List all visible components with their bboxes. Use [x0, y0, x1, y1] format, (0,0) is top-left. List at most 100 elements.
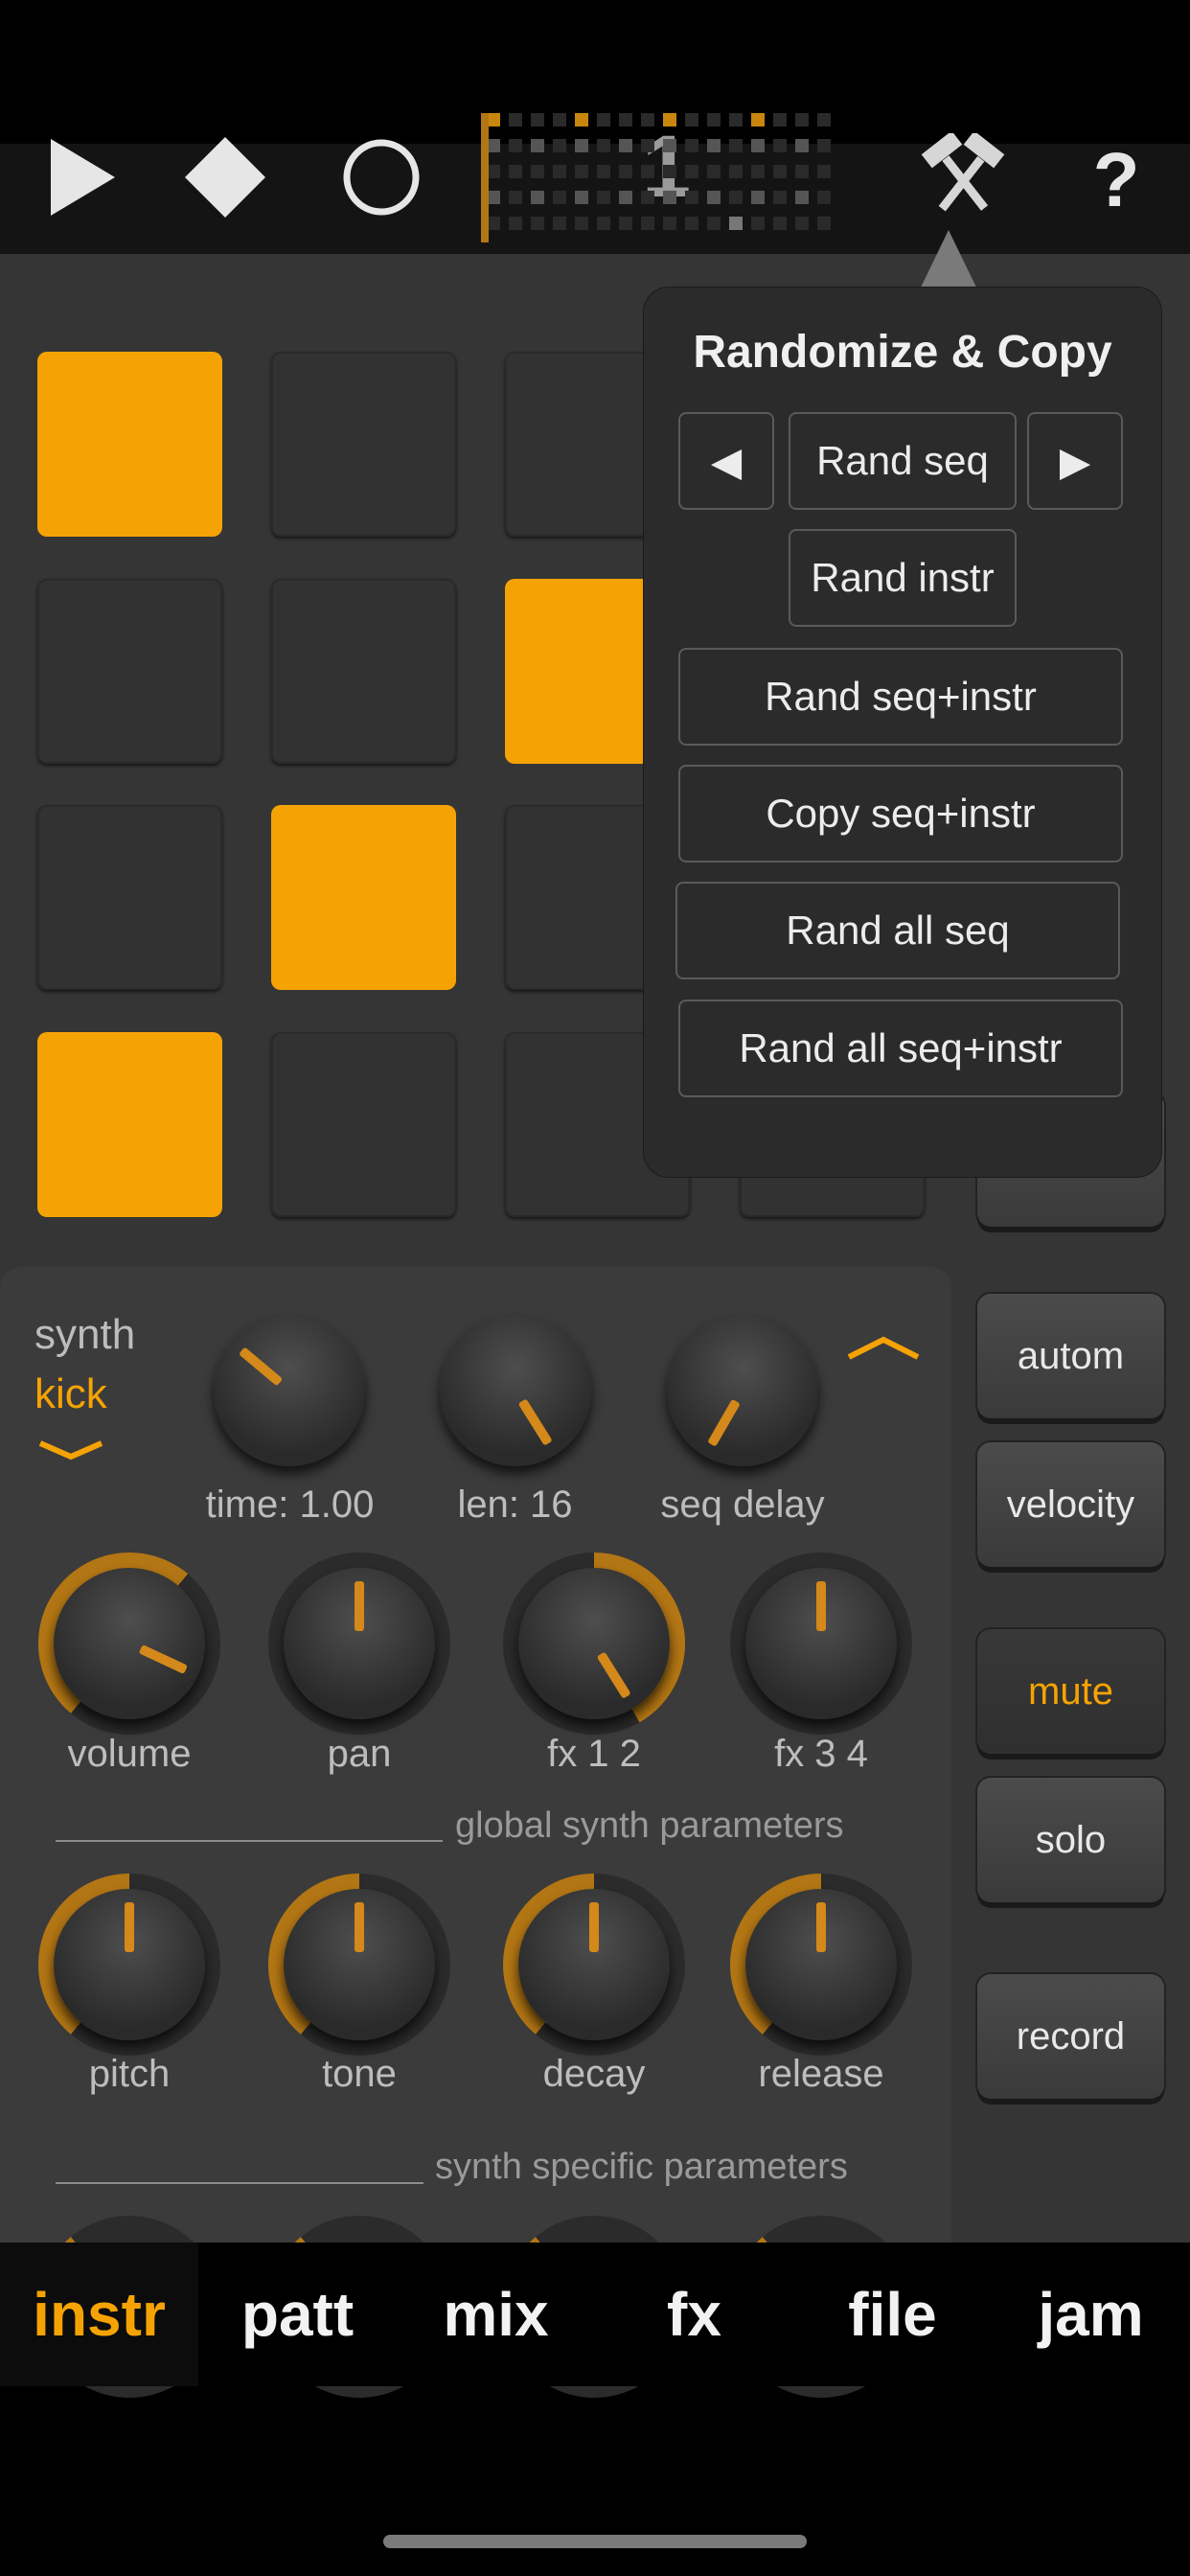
next-seq-button[interactable]: ▶ — [1027, 412, 1123, 510]
pattern-cell — [531, 165, 544, 178]
pattern-cell — [751, 139, 765, 152]
release-label: release — [758, 2053, 884, 2095]
record-circle-icon — [343, 139, 420, 216]
specific-section-divider — [56, 2182, 423, 2184]
pattern-cell — [641, 165, 654, 178]
pattern-cell — [575, 113, 588, 126]
pattern-cell — [663, 113, 676, 126]
seq-delay-knob[interactable] — [667, 1315, 818, 1466]
pitch-label: pitch — [88, 2053, 171, 2095]
pattern-cell — [619, 217, 632, 230]
time-label: time: 1.00 — [205, 1484, 375, 1526]
instrument-name[interactable]: kick — [34, 1370, 107, 1418]
pattern-cell — [641, 139, 654, 152]
rand-all-seq-button[interactable]: Rand all seq — [675, 882, 1120, 979]
fx12-knob[interactable] — [518, 1568, 670, 1719]
len-label: len: 16 — [457, 1484, 573, 1526]
pattern-cell — [487, 113, 500, 126]
pattern-cell — [619, 165, 632, 178]
pattern-cell — [641, 191, 654, 204]
solo-button[interactable]: solo — [977, 1778, 1164, 1902]
chevron-up-icon[interactable] — [845, 1334, 922, 1363]
autom-button[interactable]: autom — [977, 1294, 1164, 1418]
pattern-cell — [553, 139, 566, 152]
pad-4-1[interactable] — [37, 1032, 222, 1217]
hammer-tools-icon — [921, 133, 1005, 212]
pattern-cell — [729, 139, 743, 152]
chevron-down-icon[interactable] — [36, 1438, 105, 1462]
help-button[interactable]: ? — [1073, 134, 1159, 225]
global-section-label: global synth parameters — [455, 1806, 844, 1846]
pattern-cell — [553, 165, 566, 178]
help-icon: ? — [1092, 136, 1140, 222]
tools-button[interactable] — [915, 129, 1011, 225]
rand-instr-button[interactable]: Rand instr — [789, 529, 1017, 627]
pad-1-1[interactable] — [37, 352, 222, 537]
pattern-cell — [751, 217, 765, 230]
pattern-cell — [487, 217, 500, 230]
rand-seq-instr-button[interactable]: Rand seq+instr — [678, 648, 1123, 746]
mute-button[interactable]: mute — [977, 1629, 1164, 1754]
pattern-cell — [575, 191, 588, 204]
pad-3-2[interactable] — [271, 805, 456, 990]
bottom-tab-bar: instr patt mix fx file jam — [0, 2242, 1190, 2386]
pattern-cell — [685, 191, 698, 204]
rand-seq-button[interactable]: Rand seq — [789, 412, 1017, 510]
tab-jam[interactable]: jam — [992, 2242, 1190, 2386]
pattern-cell — [707, 191, 721, 204]
tab-file[interactable]: file — [793, 2242, 992, 2386]
tab-fx[interactable]: fx — [595, 2242, 793, 2386]
pattern-cell — [619, 191, 632, 204]
volume-knob[interactable] — [54, 1568, 205, 1719]
len-knob[interactable] — [440, 1315, 591, 1466]
velocity-button[interactable]: velocity — [977, 1442, 1164, 1567]
pattern-cell — [487, 191, 500, 204]
seq-delay-label: seq delay — [660, 1484, 825, 1526]
pattern-cell — [773, 113, 787, 126]
pad-2-2[interactable] — [271, 579, 456, 764]
pattern-cell — [597, 165, 610, 178]
pattern-cell — [509, 139, 522, 152]
pattern-cell — [487, 139, 500, 152]
pattern-cell — [531, 191, 544, 204]
instrument-type: synth — [34, 1311, 136, 1358]
pattern-cell — [817, 165, 831, 178]
pad-2-1[interactable] — [37, 579, 222, 764]
play-button[interactable] — [38, 129, 125, 225]
pattern-cell — [597, 139, 610, 152]
pad-3-1[interactable] — [37, 805, 222, 990]
pattern-cell — [707, 113, 721, 126]
pitch-knob[interactable] — [54, 1889, 205, 2040]
time-knob[interactable] — [214, 1315, 365, 1466]
record-mode-button[interactable]: record — [977, 1974, 1164, 2099]
popover-arrow — [920, 230, 977, 289]
prev-seq-button[interactable]: ◀ — [678, 412, 774, 510]
pattern-cell — [597, 191, 610, 204]
pattern-selector[interactable]: 1 — [481, 113, 846, 242]
tone-knob[interactable] — [284, 1889, 435, 2040]
pad-4-2[interactable] — [271, 1032, 456, 1217]
record-button[interactable] — [333, 129, 429, 225]
fx34-knob[interactable] — [745, 1568, 897, 1719]
stop-diamond-icon — [185, 137, 265, 218]
pattern-cell — [707, 217, 721, 230]
release-knob[interactable] — [745, 1889, 897, 2040]
specific-section-label: synth specific parameters — [435, 2147, 848, 2187]
pattern-cell — [707, 165, 721, 178]
pattern-cell — [663, 217, 676, 230]
pad-1-2[interactable] — [271, 352, 456, 537]
pattern-cell — [531, 217, 544, 230]
tab-patt[interactable]: patt — [198, 2242, 397, 2386]
pattern-cell — [685, 113, 698, 126]
pan-knob[interactable] — [284, 1568, 435, 1719]
decay-knob[interactable] — [518, 1889, 670, 2040]
pattern-cell — [663, 191, 676, 204]
tab-instr[interactable]: instr — [0, 2242, 198, 2386]
pattern-cell — [795, 217, 809, 230]
stop-button[interactable] — [177, 129, 273, 225]
rand-all-seq-instr-button[interactable]: Rand all seq+instr — [678, 1000, 1123, 1097]
tab-mix[interactable]: mix — [397, 2242, 595, 2386]
pattern-cell — [575, 165, 588, 178]
copy-seq-instr-button[interactable]: Copy seq+instr — [678, 765, 1123, 862]
home-indicator[interactable] — [383, 2535, 807, 2548]
